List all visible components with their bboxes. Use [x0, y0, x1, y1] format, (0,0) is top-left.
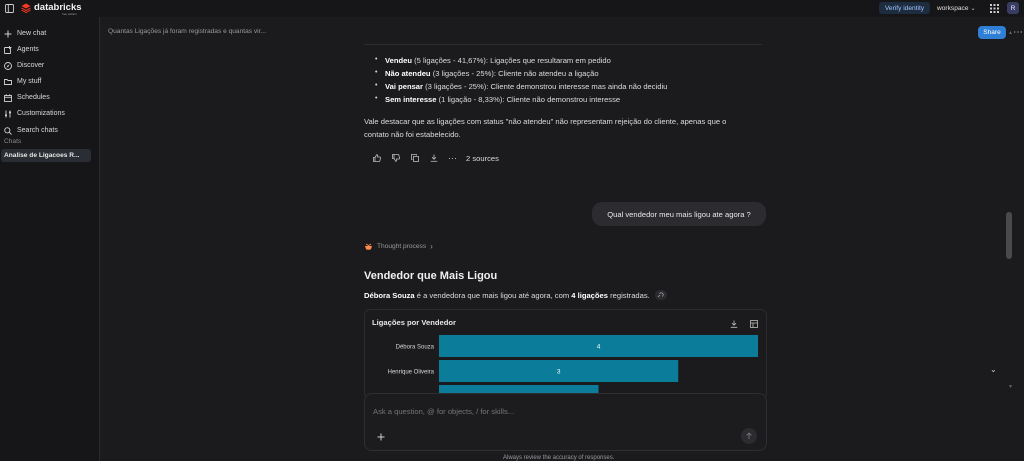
user-avatar-initial: R	[1010, 4, 1016, 12]
chart-value-label: 3	[557, 369, 561, 376]
compass-icon	[3, 61, 13, 71]
answer-bold-count: 4 ligações	[571, 290, 608, 300]
sidebar-item-label: New chat	[17, 30, 47, 37]
bullet-text: (1 ligação - 8,33%): Cliente não demonst…	[436, 95, 621, 104]
apps-grid-icon[interactable]	[989, 3, 999, 13]
share-label: Share	[983, 29, 1001, 36]
download-icon[interactable]	[424, 153, 443, 163]
bullet-text: (5 ligações - 41,67%): Ligações que resu…	[412, 56, 611, 65]
thought-process-label: Thought process	[377, 243, 427, 250]
sidebar-item-label: Customizations	[17, 110, 65, 117]
scrollbar-thumb[interactable]	[1006, 212, 1012, 259]
scroll-down-arrow-icon[interactable]: ▼	[1008, 384, 1013, 390]
sidebar-item-label: Schedules	[17, 94, 50, 101]
user-avatar[interactable]: R	[1007, 2, 1019, 14]
answer-text: é a vendedora que mais ligou até agora, …	[414, 290, 572, 300]
bullet-bold: Não atendeu	[385, 69, 431, 78]
bullet-bold: Sem interesse	[385, 95, 437, 104]
bullet-dot: •	[375, 69, 378, 76]
sliders-icon	[3, 109, 13, 119]
bullet-item: Não atendeu (3 ligações - 25%): Cliente …	[385, 69, 599, 78]
more-options-icon[interactable]: ⋯	[1012, 26, 1024, 38]
bullet-item: Sem interesse (1 ligação - 8,33%): Clien…	[385, 95, 620, 104]
top-bar: databricks free edition Verify identity …	[0, 0, 1024, 17]
verify-identity-button[interactable]: Verify identity	[879, 2, 930, 14]
chats-section-label: Chats	[4, 138, 22, 145]
calendar-icon	[3, 93, 13, 103]
note-paragraph-line: Vale destacar que as ligações com status…	[364, 117, 727, 126]
answer-text-end: registradas.	[608, 290, 650, 300]
sidebar-chat-active[interactable]: Analise de Ligacoes R...	[1, 149, 91, 162]
search-icon	[3, 126, 13, 136]
bullet-bold: Vendeu	[385, 56, 413, 65]
sidebar-item-new-chat[interactable]: New chat	[3, 27, 46, 40]
main-content: Quantas Ligações já foram registradas e …	[100, 17, 1024, 461]
bullet-dot: •	[375, 82, 378, 89]
chart-category-label: Henrique Oliveira	[388, 370, 435, 376]
databricks-logo-icon	[21, 3, 31, 13]
thumbs-down-icon[interactable]	[386, 153, 405, 163]
sidebar-item-customizations[interactable]: Customizations	[3, 107, 65, 120]
chart-category-label: Débora Souza	[396, 345, 435, 351]
chevron-right-icon: ›	[430, 242, 433, 251]
sidebar-chat-label: Analise de Ligacoes R...	[4, 152, 80, 159]
bullet-item: Vai pensar (3 ligações - 25%): Cliente d…	[385, 82, 667, 91]
sidebar-toggle-icon[interactable]	[4, 3, 14, 13]
folder-icon	[3, 77, 13, 87]
divider	[364, 44, 762, 45]
verify-identity-label: Verify identity	[884, 4, 925, 12]
bullet-dot: •	[375, 95, 378, 102]
answer-title: Vendedor que Mais Ligou	[364, 270, 498, 282]
scroll-up-arrow-icon[interactable]: ▲	[1008, 30, 1013, 36]
response-actions: ⋯ 2 sources	[367, 153, 499, 163]
copy-icon[interactable]	[405, 153, 424, 163]
scroll-down-chevron-icon[interactable]: ⌄	[990, 365, 997, 374]
thumbs-up-icon[interactable]	[367, 153, 386, 163]
bullet-dot: •	[375, 56, 378, 63]
sidebar-item-label: Agents	[17, 46, 39, 53]
bullet-item: Vendeu (5 ligações - 41,67%): Ligações q…	[385, 56, 611, 65]
chat-composer	[364, 393, 767, 451]
sidebar-item-schedules[interactable]: Schedules	[3, 91, 50, 104]
brand-subtitle: free edition	[62, 12, 77, 16]
workspace-selector[interactable]: workspace ⌄	[937, 3, 976, 13]
bullet-text: (3 ligações - 25%): Cliente não atendeu …	[430, 69, 599, 78]
sidebar: New chat Agents Discover My stuff Schedu…	[0, 17, 100, 461]
bar-chart: Débora Souza 4 Henrique Oliveira 3	[388, 335, 758, 398]
chevron-down-icon: ⌄	[970, 5, 976, 12]
sidebar-item-my-stuff[interactable]: My stuff	[3, 75, 41, 88]
chart-value-label: 4	[597, 344, 601, 351]
sidebar-item-label: Discover	[17, 62, 45, 69]
agent-icon	[3, 45, 13, 55]
sidebar-item-search-chats[interactable]: Search chats	[3, 124, 58, 137]
answer-bold-name: Débora Souza	[364, 290, 415, 300]
sources-link[interactable]: 2 sources	[466, 154, 499, 163]
thought-process-toggle[interactable]: Thought process ›	[364, 242, 433, 251]
send-button[interactable]	[741, 428, 757, 444]
breadcrumb: Quantas Ligações já foram registradas e …	[108, 28, 266, 35]
more-actions-icon[interactable]: ⋯	[443, 153, 462, 163]
chat-input[interactable]	[373, 404, 753, 418]
user-message-text: Qual vendedor meu mais ligou ate agora ?	[607, 209, 751, 219]
attach-plus-icon[interactable]	[376, 432, 386, 442]
plus-icon	[3, 29, 13, 39]
user-message-bubble: Qual vendedor meu mais ligou ate agora ?	[592, 202, 766, 226]
bullet-text: (3 ligações - 25%): Cliente demonstrou i…	[423, 82, 668, 91]
share-button[interactable]: Share	[978, 26, 1006, 39]
sidebar-item-agents[interactable]: Agents	[3, 43, 39, 56]
chart-card: Ligações por Vendedor Débora Souza 4 Henri…	[364, 309, 767, 399]
thought-process-icon	[364, 243, 373, 251]
note-paragraph-line: contato não foi estabelecido.	[364, 130, 461, 139]
answer-summary: Débora Souza é a vendedora que mais ligo…	[364, 290, 667, 300]
sidebar-item-label: My stuff	[17, 78, 42, 85]
source-reference-icon[interactable]	[654, 290, 667, 300]
sidebar-item-discover[interactable]: Discover	[3, 59, 44, 72]
sidebar-item-label: Search chats	[17, 127, 58, 134]
workspace-label: workspace	[937, 4, 969, 12]
disclaimer-text: Always review the accuracy of responses.	[503, 455, 615, 461]
bullet-bold: Vai pensar	[385, 82, 423, 91]
